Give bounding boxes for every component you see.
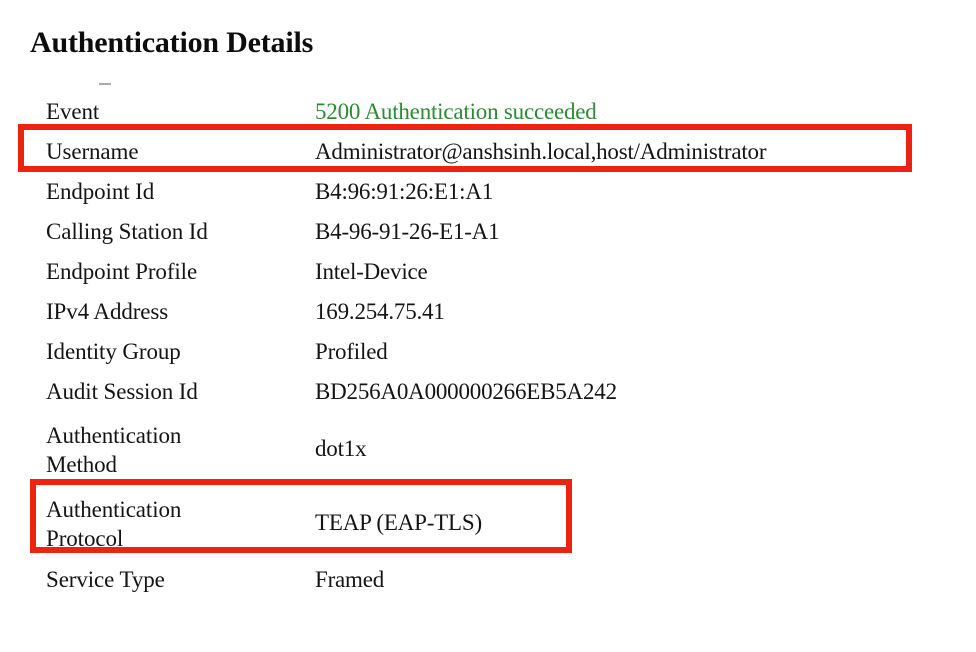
table-row: Endpoint Profile Intel-Device: [0, 252, 976, 292]
table-row: Audit Session Id BD256A0A000000266EB5A242: [0, 372, 976, 412]
row-label: Audit Session Id: [46, 379, 198, 404]
row-label: Calling Station Id: [46, 219, 208, 244]
table-row: Endpoint Id B4:96:91:26:E1:A1: [0, 172, 976, 212]
row-label: Endpoint Id: [46, 179, 155, 204]
table-row: Username Administrator@anshsinh.local,hos…: [0, 132, 976, 172]
table-row: Service Type Framed: [0, 560, 976, 600]
row-label: Identity Group: [46, 339, 181, 364]
row-value: Framed: [315, 567, 385, 592]
table-row: Identity Group Profiled: [0, 332, 976, 372]
row-label: Authentication Method: [46, 423, 182, 477]
row-label: Authentication Protocol: [46, 497, 182, 551]
row-value: 5200 Authentication succeeded: [315, 99, 597, 124]
row-label: Endpoint Profile: [46, 259, 198, 284]
table-row: Event 5200 Authentication succeeded: [0, 92, 976, 132]
row-value: Administrator@anshsinh.local,host/Admini…: [315, 139, 767, 164]
table-row: Authentication Protocol TEAP (EAP-TLS): [0, 486, 976, 560]
row-value: B4:96:91:26:E1:A1: [315, 179, 494, 204]
authentication-details-page: Authentication Details Event 5200 Authent…: [0, 0, 976, 652]
table-row: Authentication Method dot1x: [0, 412, 976, 486]
table-row: IPv4 Address 169.254.75.41: [0, 292, 976, 332]
row-value: TEAP (EAP-TLS): [315, 510, 482, 535]
table-row: Calling Station Id B4-96-91-26-E1-A1: [0, 212, 976, 252]
row-value: BD256A0A000000266EB5A242: [315, 379, 617, 404]
row-label: Username: [46, 139, 139, 164]
authentication-details-table: Event 5200 Authentication succeeded Userna…: [0, 92, 976, 600]
row-value: B4-96-91-26-E1-A1: [315, 219, 500, 244]
row-label: IPv4 Address: [46, 299, 169, 324]
row-value: Intel-Device: [315, 259, 428, 284]
page-title: Authentication Details: [30, 26, 314, 59]
row-label: Service Type: [46, 567, 165, 592]
row-value: dot1x: [315, 436, 367, 461]
scan-artifact-dash: [99, 83, 111, 85]
row-value: 169.254.75.41: [315, 299, 445, 324]
row-value: Profiled: [315, 339, 388, 364]
row-label: Event: [46, 99, 100, 124]
